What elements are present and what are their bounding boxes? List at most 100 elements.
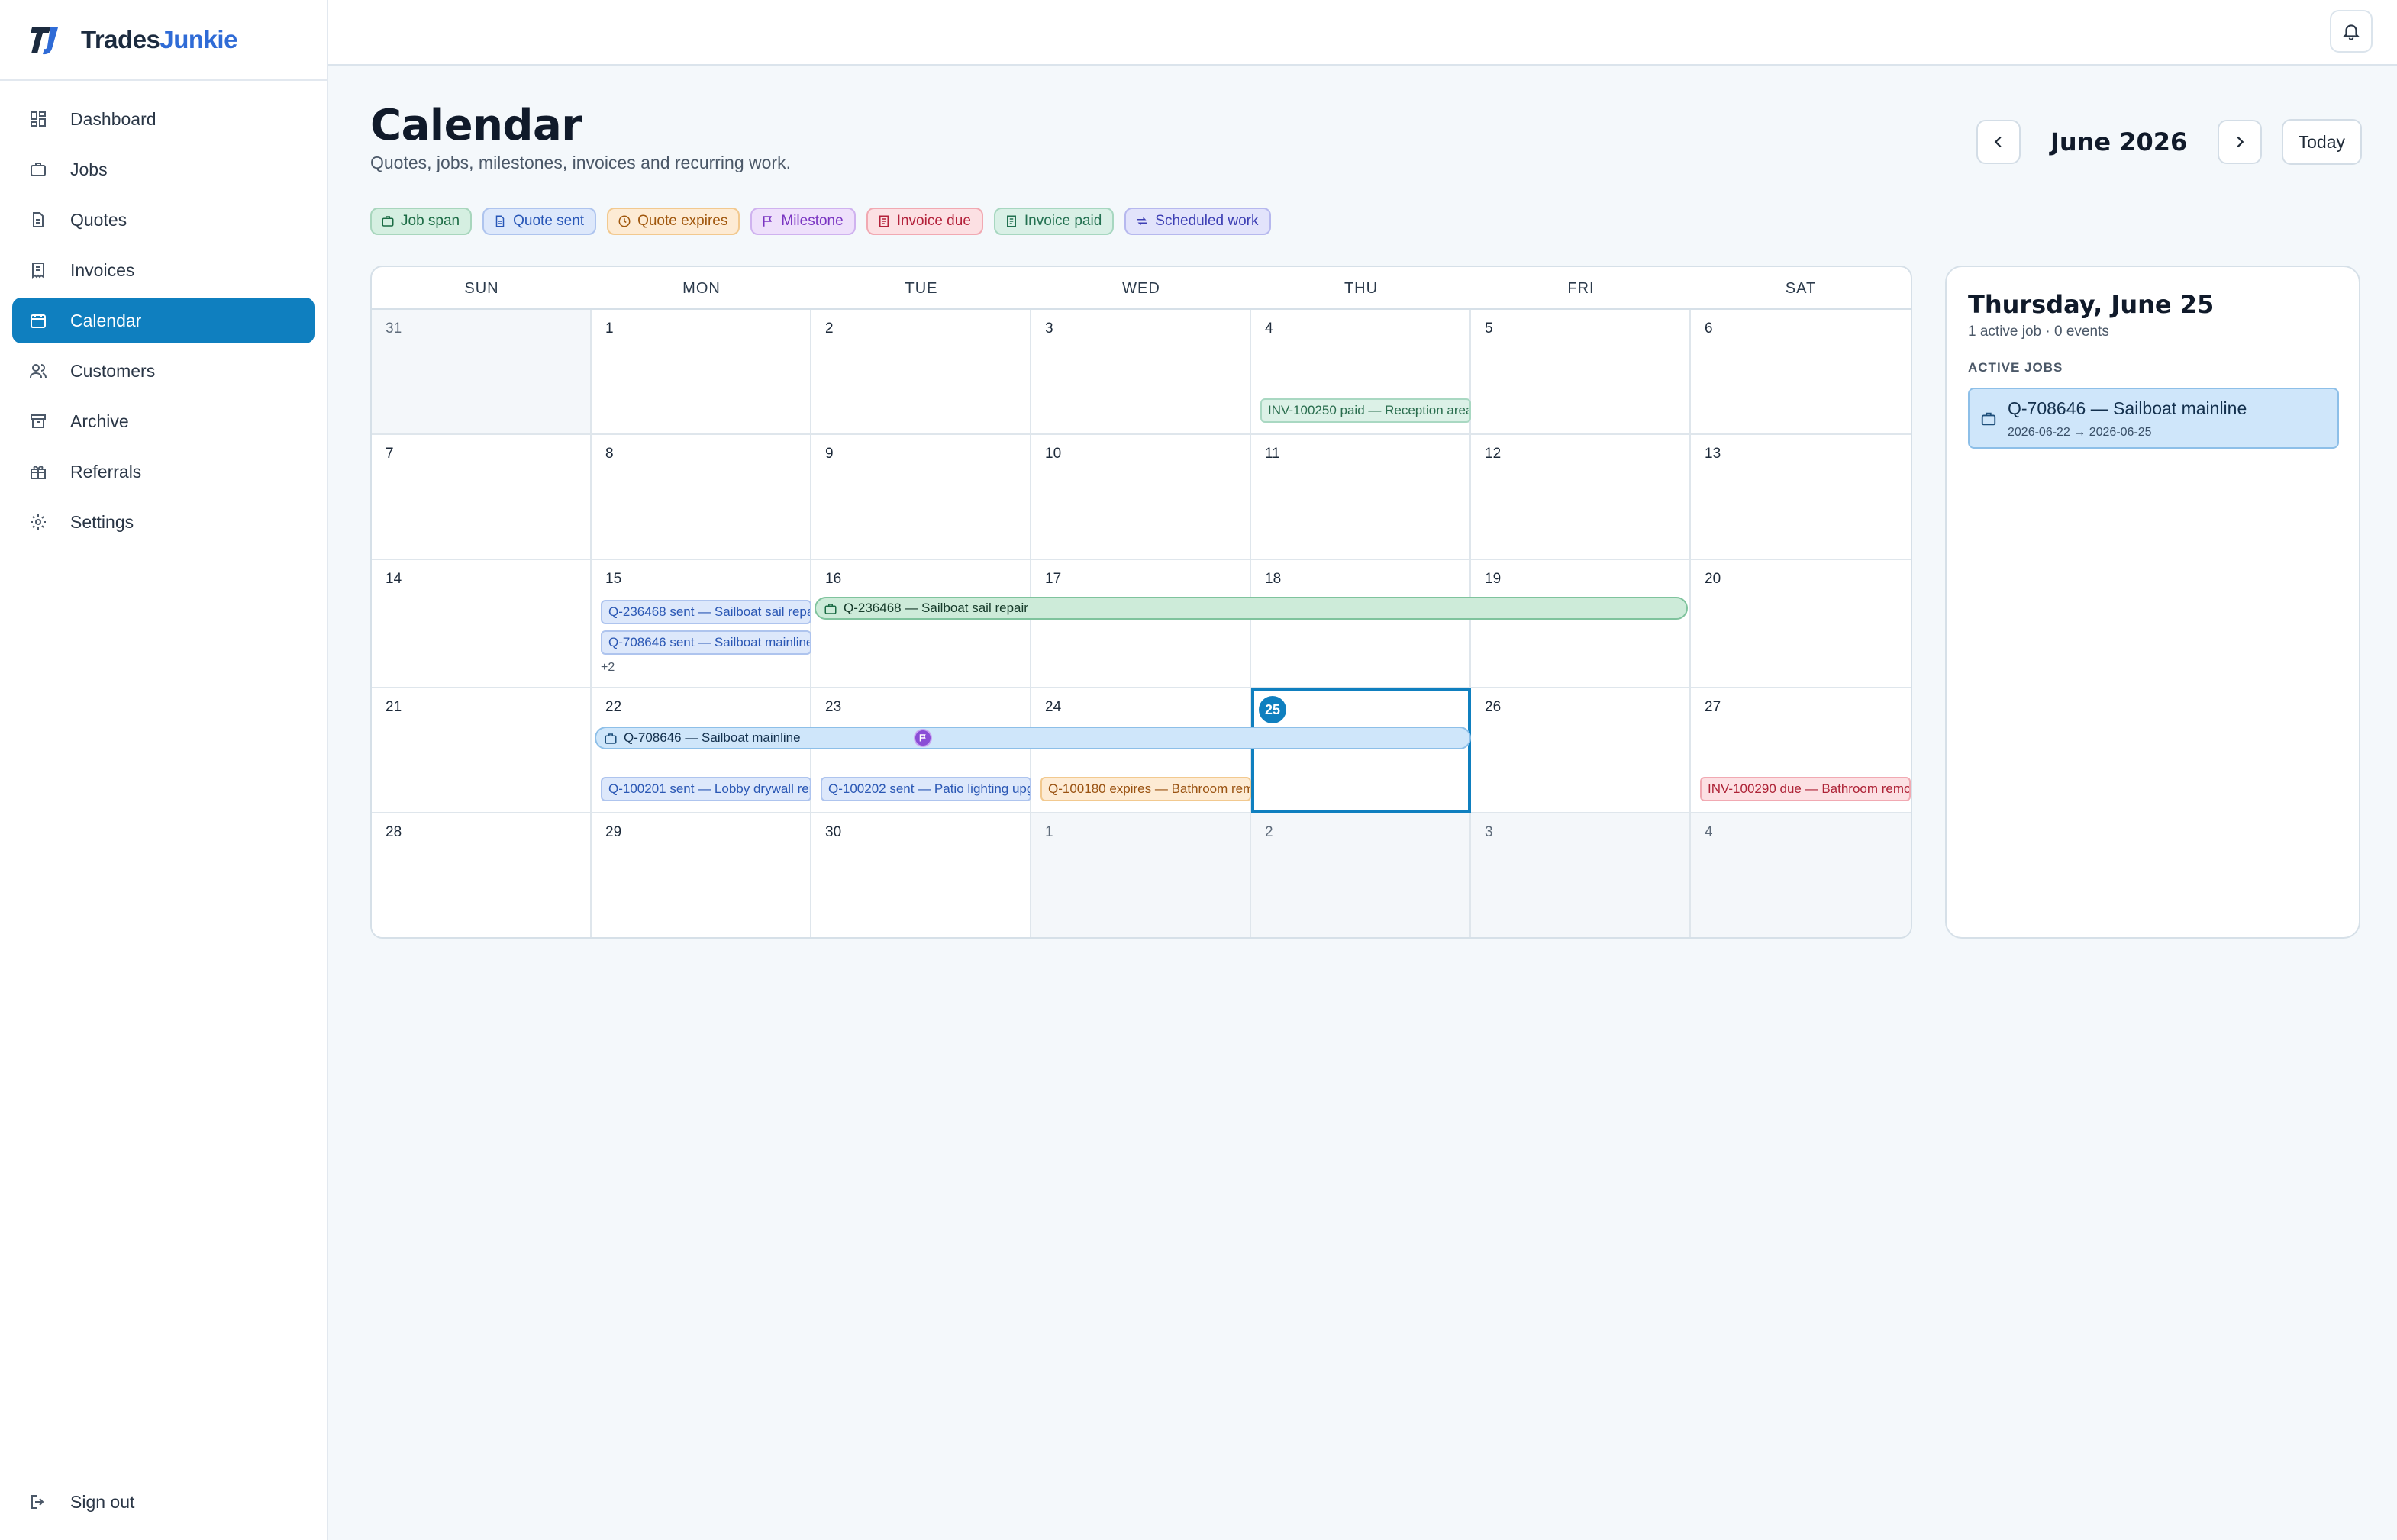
sidebar-item-archive[interactable]: Archive (12, 398, 315, 444)
day-cell[interactable]: 18 (1251, 560, 1471, 688)
job-title: Q-708646 — Sailboat mainline (2008, 398, 2247, 418)
day-number: 5 (1485, 321, 1493, 337)
sidebar-item-label: Settings (70, 511, 134, 532)
active-job-card[interactable]: Q-708646 — Sailboat mainline 2026-06-22 … (1968, 388, 2339, 449)
day-cell[interactable]: 1 (592, 310, 811, 435)
day-number: 24 (1045, 699, 1062, 715)
legend-milestone[interactable]: Milestone (750, 208, 856, 235)
brand[interactable]: TradesJunkie (0, 0, 327, 81)
repeat-icon (1135, 214, 1149, 228)
next-month-button[interactable] (2217, 120, 2262, 164)
event-invoice-due[interactable]: INV-100290 due — Bathroom remodel (1700, 777, 1911, 801)
event-quote-sent[interactable]: Q-100201 sent — Lobby drywall repair (601, 777, 811, 801)
event-quote-sent[interactable]: Q-708646 sent — Sailboat mainline (601, 630, 811, 655)
day-number: 3 (1485, 824, 1493, 840)
day-cell[interactable]: 7 (372, 435, 592, 560)
sidebar: TradesJunkie Dashboard Jobs Quotes Invoi… (0, 0, 328, 1540)
job-dates: 2026-06-22 → 2026-06-25 (2008, 426, 2152, 439)
document-icon (27, 209, 49, 230)
day-number: 8 (605, 446, 614, 462)
previous-month-button[interactable] (1976, 120, 2021, 164)
day-cell[interactable]: 3 (1031, 310, 1251, 435)
clock-icon (618, 214, 631, 228)
day-cell[interactable]: 17 (1031, 560, 1251, 688)
day-cell[interactable]: 3 (1471, 813, 1691, 937)
event-legend: Job span Quote sent Quote expires Milest… (370, 208, 1271, 235)
receipt-icon (1005, 214, 1018, 228)
day-cell[interactable]: 19 (1471, 560, 1691, 688)
legend-invoice-paid[interactable]: Invoice paid (993, 208, 1115, 235)
job-span-bar[interactable]: Q-708646 — Sailboat mainline (595, 727, 1471, 749)
day-cell[interactable]: 1 (1031, 813, 1251, 937)
event-quote-sent[interactable]: Q-236468 sent — Sailboat sail repair (601, 600, 811, 624)
day-number: 20 (1705, 571, 1721, 587)
today-button[interactable]: Today (2281, 119, 2362, 165)
day-cell[interactable]: 9 (811, 435, 1031, 560)
day-cell[interactable]: 30 (811, 813, 1031, 937)
legend-job-span[interactable]: Job span (370, 208, 473, 235)
day-cell[interactable]: 21 (372, 688, 592, 813)
legend-quote-sent[interactable]: Quote sent (482, 208, 597, 235)
sidebar-item-settings[interactable]: Settings (12, 499, 315, 545)
legend-scheduled-work[interactable]: Scheduled work (1124, 208, 1271, 235)
day-cell[interactable]: 29 (592, 813, 811, 937)
day-cell[interactable]: 2 (1251, 813, 1471, 937)
sidebar-item-label: Jobs (70, 159, 108, 179)
weekday-header: SUN MON TUE WED THU FRI SAT (372, 267, 1911, 310)
sidebar-item-customers[interactable]: Customers (12, 348, 315, 394)
day-number: 4 (1265, 321, 1273, 337)
sidebar-item-quotes[interactable]: Quotes (12, 197, 315, 243)
day-cell[interactable]: 20 (1691, 560, 1911, 688)
day-cell[interactable]: 10 (1031, 435, 1251, 560)
day-cell[interactable]: 26 (1471, 688, 1691, 813)
sidebar-item-referrals[interactable]: Referrals (12, 449, 315, 495)
day-cell[interactable]: 6 (1691, 310, 1911, 435)
brand-name: TradesJunkie (81, 25, 237, 54)
day-cell[interactable]: 12 (1471, 435, 1691, 560)
day-cell[interactable]: 11 (1251, 435, 1471, 560)
users-icon (27, 360, 49, 382)
day-cell[interactable]: 5 (1471, 310, 1691, 435)
day-cell-selected[interactable]: 25 (1251, 688, 1471, 813)
sidebar-item-invoices[interactable]: Invoices (12, 247, 315, 293)
day-number: 27 (1705, 699, 1721, 715)
sidebar-item-jobs[interactable]: Jobs (12, 147, 315, 192)
archive-icon (27, 411, 49, 432)
legend-label: Invoice paid (1024, 213, 1102, 229)
day-cell[interactable]: 28 (372, 813, 592, 937)
day-number: 26 (1485, 699, 1502, 715)
event-invoice-paid[interactable]: INV-100250 paid — Reception area (1260, 398, 1471, 423)
gear-icon (27, 511, 49, 533)
job-span-label: Q-708646 — Sailboat mainline (624, 730, 801, 745)
sign-out-label: Sign out (70, 1491, 135, 1512)
day-cell[interactable]: 4 (1691, 813, 1911, 937)
today-badge: 25 (1259, 696, 1286, 723)
topbar (328, 0, 2397, 66)
day-cell[interactable]: 31 (372, 310, 592, 435)
flag-icon (918, 733, 928, 743)
event-quote-sent[interactable]: Q-100202 sent — Patio lighting upgrade (821, 777, 1031, 801)
sidebar-item-label: Dashboard (70, 108, 156, 129)
milestone-marker[interactable] (914, 729, 932, 747)
day-cell[interactable]: 2 (811, 310, 1031, 435)
day-number: 7 (386, 446, 394, 462)
day-cell[interactable]: 16 (811, 560, 1031, 688)
legend-label: Scheduled work (1155, 213, 1259, 229)
day-cell[interactable]: 13 (1691, 435, 1911, 560)
gift-icon (27, 461, 49, 482)
more-events-link[interactable]: +2 (601, 661, 615, 675)
sidebar-item-dashboard[interactable]: Dashboard (12, 96, 315, 142)
sign-out-button[interactable]: Sign out (12, 1479, 315, 1525)
legend-invoice-due[interactable]: Invoice due (866, 208, 983, 235)
weekday-fri: FRI (1567, 280, 1595, 297)
notifications-button[interactable] (2330, 10, 2373, 53)
sign-out-icon (27, 1491, 49, 1513)
legend-quote-expires[interactable]: Quote expires (607, 208, 740, 235)
day-cell[interactable]: 14 (372, 560, 592, 688)
sidebar-item-calendar[interactable]: Calendar (12, 298, 315, 343)
event-quote-expires[interactable]: Q-100180 expires — Bathroom remodel (1040, 777, 1251, 801)
day-number: 18 (1265, 571, 1282, 587)
job-span-bar[interactable]: Q-236468 — Sailboat sail repair (815, 597, 1688, 620)
day-cell[interactable]: 15 (592, 560, 811, 688)
day-cell[interactable]: 8 (592, 435, 811, 560)
